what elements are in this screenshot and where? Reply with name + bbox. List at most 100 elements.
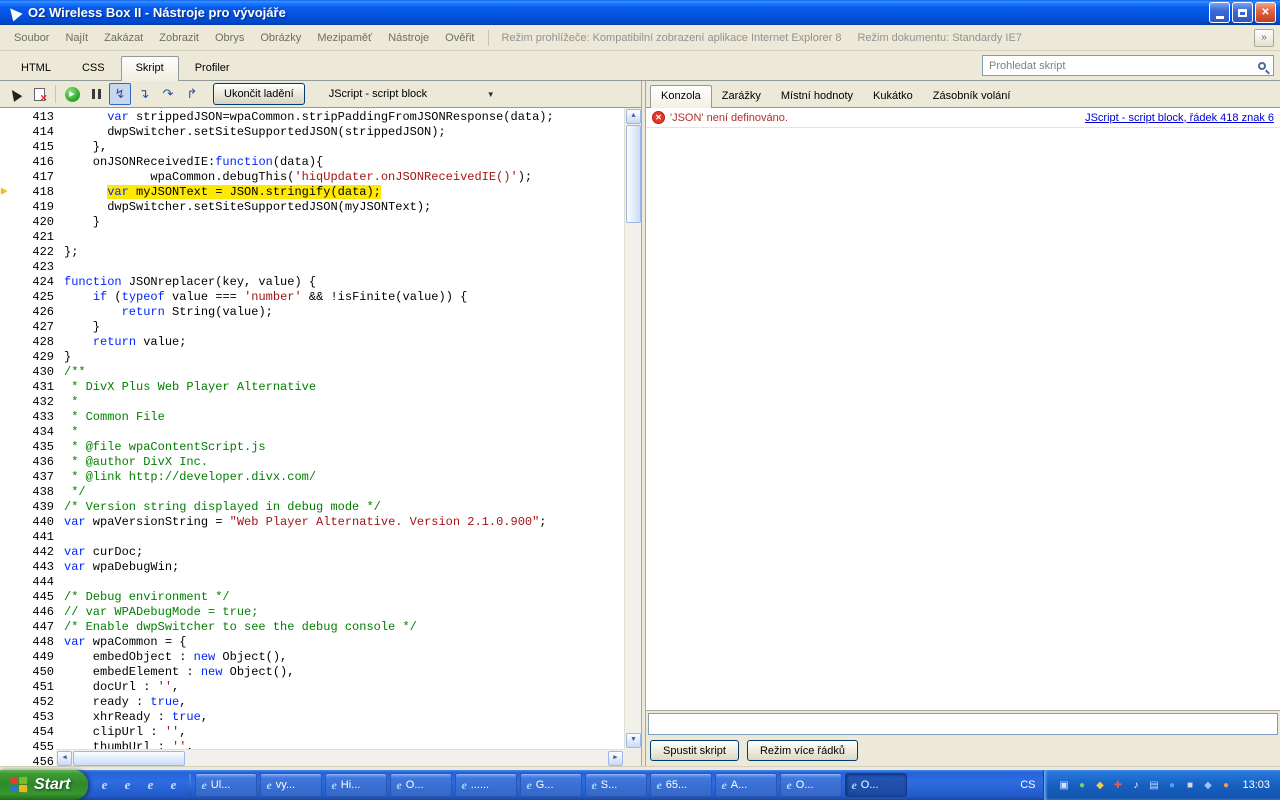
quick-launch-icon-1[interactable]: e <box>96 777 112 793</box>
console-tab-kuk-tko[interactable]: Kukátko <box>863 86 923 107</box>
breakpoint-margin[interactable] <box>0 560 16 575</box>
code-line[interactable]: 449 embedObject : new Object(), <box>0 650 624 665</box>
code-line[interactable]: 454 clipUrl : '', <box>0 725 624 740</box>
code-editor[interactable]: 413 var strippedJSON=wpaCommon.stripPadd… <box>0 108 641 766</box>
code-line[interactable]: 443var wpaDebugWin; <box>0 560 624 575</box>
menu-item-obrys[interactable]: Obrys <box>207 29 252 47</box>
breakpoint-margin[interactable] <box>0 200 16 215</box>
code-line[interactable]: 415 }, <box>0 140 624 155</box>
code-line[interactable]: 429} <box>0 350 624 365</box>
vertical-scroll-thumb[interactable] <box>626 125 641 223</box>
menu-item-n-stroje[interactable]: Nástroje <box>380 29 437 47</box>
breakpoint-margin[interactable] <box>0 275 16 290</box>
breakpoint-margin[interactable] <box>0 320 16 335</box>
quick-launch-icon-4[interactable]: e <box>165 777 181 793</box>
tray-icon-6[interactable]: ▤ <box>1146 778 1161 793</box>
code-line[interactable]: 425 if (typeof value === 'number' && !is… <box>0 290 624 305</box>
step-over-button[interactable]: ↷ <box>157 83 179 105</box>
task-button-11[interactable]: eO... <box>845 773 907 797</box>
code-line[interactable]: 438 */ <box>0 485 624 500</box>
code-line[interactable]: 442var curDoc; <box>0 545 624 560</box>
breakpoint-margin[interactable] <box>0 695 16 710</box>
task-button-2[interactable]: evy... <box>260 773 322 797</box>
tab-css[interactable]: CSS <box>67 56 120 80</box>
task-button-4[interactable]: eO... <box>390 773 452 797</box>
continue-button[interactable]: ▶ <box>61 83 83 105</box>
console-tab-konzola[interactable]: Konzola <box>650 85 712 108</box>
breakpoint-margin[interactable] <box>0 245 16 260</box>
console-tab-zar-ky[interactable]: Zarážky <box>712 86 771 107</box>
breakpoint-margin[interactable] <box>0 290 16 305</box>
breakpoint-margin[interactable]: ► <box>0 185 16 200</box>
error-source-link[interactable]: JScript - script block, řádek 418 znak 6 <box>1085 112 1274 124</box>
breakpoint-margin[interactable] <box>0 410 16 425</box>
tray-icon-8[interactable]: ■ <box>1182 778 1197 793</box>
breakpoint-margin[interactable] <box>0 365 16 380</box>
maximize-button[interactable] <box>1232 2 1253 23</box>
menu-item-zobrazit[interactable]: Zobrazit <box>151 29 207 47</box>
vertical-scrollbar[interactable]: ▲ ▼ <box>624 108 641 749</box>
breakpoint-margin[interactable] <box>0 395 16 410</box>
code-line[interactable]: 426 return String(value); <box>0 305 624 320</box>
breakpoint-margin[interactable] <box>0 125 16 140</box>
console-input[interactable] <box>648 713 1278 735</box>
code-line[interactable]: 431 * DivX Plus Web Player Alternative <box>0 380 624 395</box>
code-line[interactable]: 422}; <box>0 245 624 260</box>
tray-icon-7[interactable]: ● <box>1164 778 1179 793</box>
breakpoint-margin[interactable] <box>0 155 16 170</box>
breakpoint-margin[interactable] <box>0 305 16 320</box>
code-line[interactable]: 428 return value; <box>0 335 624 350</box>
tray-icon-3[interactable]: ◆ <box>1092 778 1107 793</box>
code-line[interactable]: 423 <box>0 260 624 275</box>
task-button-6[interactable]: eG... <box>520 773 582 797</box>
scroll-left-button[interactable]: ◀ <box>57 751 72 766</box>
code-line[interactable]: 441 <box>0 530 624 545</box>
tray-icon-4[interactable]: ✚ <box>1110 778 1125 793</box>
code-line[interactable]: 444 <box>0 575 624 590</box>
search-input[interactable] <box>983 60 1251 72</box>
code-line[interactable]: 424function JSONreplacer(key, value) { <box>0 275 624 290</box>
breakpoint-margin[interactable] <box>0 650 16 665</box>
code-line[interactable]: 436 * @author DivX Inc. <box>0 455 624 470</box>
scroll-up-button[interactable]: ▲ <box>626 109 641 124</box>
breakpoint-margin[interactable] <box>0 755 16 766</box>
stop-debugging-button[interactable]: Ukončit ladění <box>213 83 305 105</box>
breakpoint-margin[interactable] <box>0 725 16 740</box>
menu-item-naj-t[interactable]: Najít <box>57 29 96 47</box>
horizontal-scrollbar[interactable]: ◀ ▶ <box>56 749 624 766</box>
breakpoint-margin[interactable] <box>0 425 16 440</box>
close-button[interactable]: ✕ <box>1255 2 1276 23</box>
code-line[interactable]: 433 * Common File <box>0 410 624 425</box>
select-element-button[interactable] <box>4 83 26 105</box>
code-line[interactable]: 440var wpaVersionString = "Web Player Al… <box>0 515 624 530</box>
code-line[interactable]: 435 * @file wpaContentScript.js <box>0 440 624 455</box>
breakpoint-margin[interactable] <box>0 530 16 545</box>
horizontal-scroll-thumb[interactable] <box>73 751 185 766</box>
breakpoint-margin[interactable] <box>0 590 16 605</box>
code-line[interactable]: 446// var WPADebugMode = true; <box>0 605 624 620</box>
breakpoint-margin[interactable] <box>0 620 16 635</box>
menu-item-zak-zat[interactable]: Zakázat <box>96 29 151 47</box>
task-button-9[interactable]: eA... <box>715 773 777 797</box>
breakpoint-margin[interactable] <box>0 470 16 485</box>
code-line[interactable]: 432 * <box>0 395 624 410</box>
breakpoint-margin[interactable] <box>0 740 16 755</box>
code-line[interactable]: 447/* Enable dwpSwitcher to see the debu… <box>0 620 624 635</box>
run-script-button[interactable]: Spustit skript <box>650 740 739 761</box>
quick-launch-icon-3[interactable]: e <box>142 777 158 793</box>
code-line[interactable]: 427 } <box>0 320 624 335</box>
code-line[interactable]: 452 ready : true, <box>0 695 624 710</box>
breakpoint-margin[interactable] <box>0 710 16 725</box>
breakpoint-margin[interactable] <box>0 485 16 500</box>
scroll-down-button[interactable]: ▼ <box>626 733 641 748</box>
tray-icon-5[interactable]: ♪ <box>1128 778 1143 793</box>
quick-launch-icon-2[interactable]: e <box>119 777 135 793</box>
code-line[interactable]: ►418 var myJSONText = JSON.stringify(dat… <box>0 185 624 200</box>
breakpoint-margin[interactable] <box>0 575 16 590</box>
code-line[interactable]: 450 embedElement : new Object(), <box>0 665 624 680</box>
minimize-button[interactable] <box>1209 2 1230 23</box>
task-button-1[interactable]: eUl... <box>195 773 257 797</box>
breakpoint-margin[interactable] <box>0 680 16 695</box>
task-button-10[interactable]: eO... <box>780 773 842 797</box>
break-on-error-toggle[interactable]: ↯ <box>109 83 131 105</box>
